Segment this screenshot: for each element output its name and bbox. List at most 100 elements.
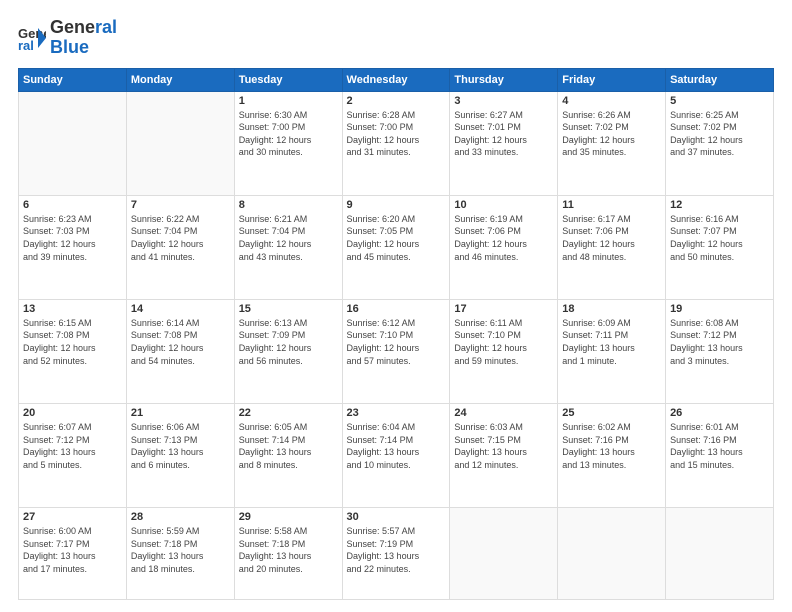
calendar-cell: 28 Sunrise: 5:59 AM Sunset: 7:18 PM Dayli…: [126, 508, 234, 600]
day-info: Sunrise: 6:27 AM Sunset: 7:01 PM Dayligh…: [454, 109, 553, 159]
calendar-cell: 13 Sunrise: 6:15 AM Sunset: 7:08 PM Dayli…: [19, 299, 127, 403]
day-info: Sunrise: 6:04 AM Sunset: 7:14 PM Dayligh…: [347, 421, 446, 471]
day-info: Sunrise: 6:12 AM Sunset: 7:10 PM Dayligh…: [347, 317, 446, 367]
day-number: 23: [347, 407, 446, 419]
header: Gene ral General Blue: [18, 18, 774, 58]
day-info: Sunrise: 6:01 AM Sunset: 7:16 PM Dayligh…: [670, 421, 769, 471]
day-info: Sunrise: 5:58 AM Sunset: 7:18 PM Dayligh…: [239, 525, 338, 575]
calendar-cell: 3 Sunrise: 6:27 AM Sunset: 7:01 PM Daylig…: [450, 91, 558, 195]
calendar-week-row: 13 Sunrise: 6:15 AM Sunset: 7:08 PM Dayli…: [19, 299, 774, 403]
day-number: 20: [23, 407, 122, 419]
calendar-cell: [558, 508, 666, 600]
calendar-cell: 12 Sunrise: 6:16 AM Sunset: 7:07 PM Dayli…: [666, 195, 774, 299]
day-number: 6: [23, 199, 122, 211]
calendar-cell: 18 Sunrise: 6:09 AM Sunset: 7:11 PM Dayli…: [558, 299, 666, 403]
day-number: 24: [454, 407, 553, 419]
calendar-cell: 2 Sunrise: 6:28 AM Sunset: 7:00 PM Daylig…: [342, 91, 450, 195]
calendar-cell: 27 Sunrise: 6:00 AM Sunset: 7:17 PM Dayli…: [19, 508, 127, 600]
day-number: 27: [23, 511, 122, 523]
calendar-cell: 14Sunrise: 6:14 AM Sunset: 7:08 PM Dayli…: [126, 299, 234, 403]
day-number: 25: [562, 407, 661, 419]
day-info: Sunrise: 6:06 AM Sunset: 7:13 PM Dayligh…: [131, 421, 230, 471]
day-number: 11: [562, 199, 661, 211]
day-info: Sunrise: 6:14 AM Sunset: 7:08 PM Dayligh…: [131, 317, 230, 367]
day-info: Sunrise: 6:21 AM Sunset: 7:04 PM Dayligh…: [239, 213, 338, 263]
calendar-cell: 25 Sunrise: 6:02 AM Sunset: 7:16 PM Dayli…: [558, 403, 666, 507]
weekday-wednesday: Wednesday: [342, 68, 450, 91]
day-info: Sunrise: 6:07 AM Sunset: 7:12 PM Dayligh…: [23, 421, 122, 471]
calendar-cell: 10 Sunrise: 6:19 AM Sunset: 7:06 PM Dayli…: [450, 195, 558, 299]
day-info: Sunrise: 6:17 AM Sunset: 7:06 PM Dayligh…: [562, 213, 661, 263]
day-number: 7: [131, 199, 230, 211]
day-info: Sunrise: 6:16 AM Sunset: 7:07 PM Dayligh…: [670, 213, 769, 263]
calendar-week-row: 6 Sunrise: 6:23 AM Sunset: 7:03 PM Daylig…: [19, 195, 774, 299]
day-info: Sunrise: 6:23 AM Sunset: 7:03 PM Dayligh…: [23, 213, 122, 263]
calendar-cell: 20 Sunrise: 6:07 AM Sunset: 7:12 PM Dayli…: [19, 403, 127, 507]
calendar-table: SundayMondayTuesdayWednesdayThursdayFrid…: [18, 68, 774, 600]
logo-text: General: [50, 18, 117, 38]
calendar-cell: 5Sunrise: 6:25 AM Sunset: 7:02 PM Daylig…: [666, 91, 774, 195]
day-number: 15: [239, 303, 338, 315]
weekday-header-row: SundayMondayTuesdayWednesdayThursdayFrid…: [19, 68, 774, 91]
day-number: 2: [347, 95, 446, 107]
calendar-cell: 11 Sunrise: 6:17 AM Sunset: 7:06 PM Dayli…: [558, 195, 666, 299]
calendar-cell: 6 Sunrise: 6:23 AM Sunset: 7:03 PM Daylig…: [19, 195, 127, 299]
day-number: 10: [454, 199, 553, 211]
calendar-cell: [450, 508, 558, 600]
logo: Gene ral General Blue: [18, 18, 117, 58]
day-number: 17: [454, 303, 553, 315]
day-number: 26: [670, 407, 769, 419]
calendar-cell: 22 Sunrise: 6:05 AM Sunset: 7:14 PM Dayli…: [234, 403, 342, 507]
day-number: 1: [239, 95, 338, 107]
svg-text:ral: ral: [18, 38, 34, 52]
weekday-saturday: Saturday: [666, 68, 774, 91]
calendar-week-row: 20 Sunrise: 6:07 AM Sunset: 7:12 PM Dayli…: [19, 403, 774, 507]
calendar-cell: 9 Sunrise: 6:20 AM Sunset: 7:05 PM Daylig…: [342, 195, 450, 299]
weekday-tuesday: Tuesday: [234, 68, 342, 91]
calendar-cell: [666, 508, 774, 600]
day-info: Sunrise: 6:08 AM Sunset: 7:12 PM Dayligh…: [670, 317, 769, 367]
day-info: Sunrise: 5:59 AM Sunset: 7:18 PM Dayligh…: [131, 525, 230, 575]
day-number: 5: [670, 95, 769, 107]
logo-subtext: Blue: [50, 38, 117, 58]
day-number: 12: [670, 199, 769, 211]
day-number: 29: [239, 511, 338, 523]
day-number: 18: [562, 303, 661, 315]
day-info: Sunrise: 6:00 AM Sunset: 7:17 PM Dayligh…: [23, 525, 122, 575]
calendar-cell: 29 Sunrise: 5:58 AM Sunset: 7:18 PM Dayli…: [234, 508, 342, 600]
day-info: Sunrise: 6:09 AM Sunset: 7:11 PM Dayligh…: [562, 317, 661, 367]
day-info: Sunrise: 6:28 AM Sunset: 7:00 PM Dayligh…: [347, 109, 446, 159]
calendar-cell: 16Sunrise: 6:12 AM Sunset: 7:10 PM Dayli…: [342, 299, 450, 403]
day-number: 19: [670, 303, 769, 315]
calendar-cell: 21 Sunrise: 6:06 AM Sunset: 7:13 PM Dayli…: [126, 403, 234, 507]
day-number: 13: [23, 303, 122, 315]
day-info: Sunrise: 6:02 AM Sunset: 7:16 PM Dayligh…: [562, 421, 661, 471]
day-number: 21: [131, 407, 230, 419]
day-info: Sunrise: 6:20 AM Sunset: 7:05 PM Dayligh…: [347, 213, 446, 263]
calendar-week-row: 1 Sunrise: 6:30 AM Sunset: 7:00 PM Daylig…: [19, 91, 774, 195]
day-info: Sunrise: 6:19 AM Sunset: 7:06 PM Dayligh…: [454, 213, 553, 263]
day-number: 9: [347, 199, 446, 211]
day-info: Sunrise: 6:15 AM Sunset: 7:08 PM Dayligh…: [23, 317, 122, 367]
day-info: Sunrise: 6:11 AM Sunset: 7:10 PM Dayligh…: [454, 317, 553, 367]
weekday-monday: Monday: [126, 68, 234, 91]
calendar-cell: 17 Sunrise: 6:11 AM Sunset: 7:10 PM Dayli…: [450, 299, 558, 403]
day-number: 28: [131, 511, 230, 523]
calendar-cell: 15Sunrise: 6:13 AM Sunset: 7:09 PM Dayli…: [234, 299, 342, 403]
calendar-cell: 19 Sunrise: 6:08 AM Sunset: 7:12 PM Dayli…: [666, 299, 774, 403]
calendar-cell: 26 Sunrise: 6:01 AM Sunset: 7:16 PM Dayli…: [666, 403, 774, 507]
day-info: Sunrise: 6:30 AM Sunset: 7:00 PM Dayligh…: [239, 109, 338, 159]
calendar-cell: 8Sunrise: 6:21 AM Sunset: 7:04 PM Daylig…: [234, 195, 342, 299]
logo-icon: Gene ral: [18, 24, 46, 52]
day-info: Sunrise: 6:05 AM Sunset: 7:14 PM Dayligh…: [239, 421, 338, 471]
weekday-thursday: Thursday: [450, 68, 558, 91]
day-info: Sunrise: 6:22 AM Sunset: 7:04 PM Dayligh…: [131, 213, 230, 263]
day-number: 3: [454, 95, 553, 107]
calendar-cell: [19, 91, 127, 195]
weekday-sunday: Sunday: [19, 68, 127, 91]
calendar-cell: 1 Sunrise: 6:30 AM Sunset: 7:00 PM Daylig…: [234, 91, 342, 195]
calendar-cell: 24Sunrise: 6:03 AM Sunset: 7:15 PM Dayli…: [450, 403, 558, 507]
day-number: 22: [239, 407, 338, 419]
page: Gene ral General Blue SundayMondayTuesda…: [0, 0, 792, 612]
calendar-cell: 7 Sunrise: 6:22 AM Sunset: 7:04 PM Daylig…: [126, 195, 234, 299]
